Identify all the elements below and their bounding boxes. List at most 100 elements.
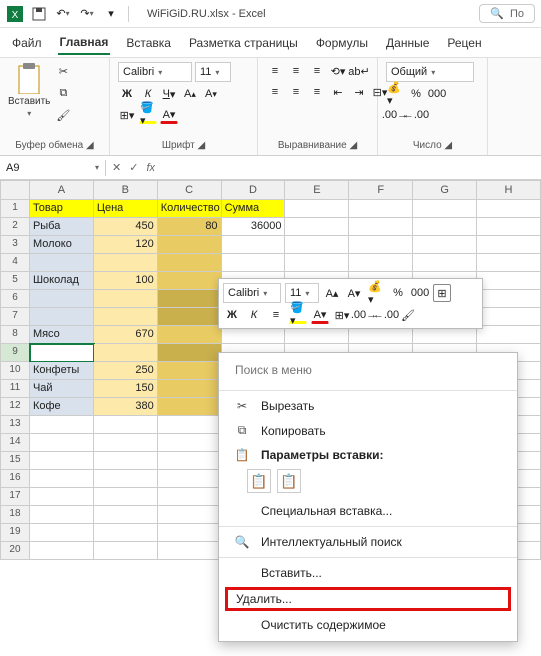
cell[interactable]: 670: [94, 326, 158, 344]
col-header[interactable]: A: [30, 180, 94, 200]
underline-button[interactable]: Ч▾: [160, 85, 178, 103]
tab-formulas[interactable]: Формулы: [314, 32, 370, 54]
number-format-combo[interactable]: Общий▾: [386, 62, 474, 82]
cell[interactable]: [413, 200, 477, 218]
row-header[interactable]: 7: [0, 308, 30, 326]
cell[interactable]: [349, 236, 413, 254]
align-left-icon[interactable]: ≡: [266, 83, 284, 101]
mini-painter-icon[interactable]: 🖌: [399, 306, 417, 324]
cell[interactable]: [477, 272, 541, 290]
cell[interactable]: [158, 308, 222, 326]
mini-borders-icon[interactable]: ⊞▾: [333, 306, 351, 324]
cell[interactable]: [94, 470, 158, 488]
cell[interactable]: [285, 236, 349, 254]
cell[interactable]: [477, 290, 541, 308]
cell[interactable]: [158, 272, 222, 290]
currency-icon[interactable]: 💰▾: [386, 85, 404, 103]
cell[interactable]: [158, 416, 222, 434]
mini-italic-button[interactable]: К: [245, 306, 263, 324]
ctx-paste-special[interactable]: Специальная вставка...: [219, 499, 517, 523]
fill-color-icon[interactable]: 🪣▾: [139, 106, 157, 124]
copy-icon[interactable]: ⧉: [54, 84, 72, 102]
cell[interactable]: Мясо: [30, 326, 94, 344]
cell[interactable]: [413, 236, 477, 254]
row-header[interactable]: 12: [0, 398, 30, 416]
cell[interactable]: [222, 236, 286, 254]
undo-icon[interactable]: ↶ ▾: [54, 5, 72, 23]
cell[interactable]: [477, 308, 541, 326]
row-header[interactable]: 16: [0, 470, 30, 488]
row-header[interactable]: 3: [0, 236, 30, 254]
row-header[interactable]: 1: [0, 200, 30, 218]
cell[interactable]: 150: [94, 380, 158, 398]
cell[interactable]: 120: [94, 236, 158, 254]
cell[interactable]: [413, 254, 477, 272]
align-center-icon[interactable]: ≡: [287, 83, 305, 101]
format-painter-icon[interactable]: 🖌: [54, 106, 72, 124]
cell[interactable]: 250: [94, 362, 158, 380]
ctx-smart-lookup[interactable]: 🔍Интеллектуальный поиск: [219, 530, 517, 554]
cell[interactable]: Рыба: [30, 218, 94, 236]
cell[interactable]: Товар: [30, 200, 94, 218]
cell[interactable]: [158, 506, 222, 524]
paste-opt-1[interactable]: 📋: [247, 469, 271, 493]
cell[interactable]: 36000: [222, 218, 286, 236]
cell[interactable]: Конфеты: [30, 362, 94, 380]
cell[interactable]: [158, 344, 222, 362]
cell[interactable]: 450: [94, 218, 158, 236]
mini-fontcolor-icon[interactable]: A▾: [311, 306, 329, 324]
ctx-delete[interactable]: Удалить...: [225, 587, 511, 611]
ctx-cut[interactable]: ✂Вырезать: [219, 394, 517, 418]
col-header[interactable]: H: [477, 180, 541, 200]
cell[interactable]: [30, 488, 94, 506]
mini-condfmt-icon[interactable]: ⊞: [433, 284, 451, 302]
cell[interactable]: [94, 416, 158, 434]
tab-insert[interactable]: Вставка: [124, 32, 173, 54]
ctx-search-input[interactable]: [227, 359, 509, 381]
cell[interactable]: [158, 452, 222, 470]
mini-percent-icon[interactable]: %: [389, 284, 407, 302]
mini-currency-icon[interactable]: 💰▾: [367, 284, 385, 302]
paste-button[interactable]: Вставить▾: [8, 62, 50, 118]
col-header[interactable]: E: [285, 180, 349, 200]
confirm-icon[interactable]: ✓: [129, 161, 138, 174]
mini-shrink-icon[interactable]: A▾: [345, 284, 363, 302]
font-name-combo[interactable]: Calibri▾: [118, 62, 192, 82]
row-header[interactable]: 8: [0, 326, 30, 344]
tab-layout[interactable]: Разметка страницы: [187, 32, 300, 54]
cell[interactable]: [349, 254, 413, 272]
cell[interactable]: [158, 380, 222, 398]
font-size-combo[interactable]: 11▾: [195, 62, 231, 82]
cell[interactable]: [477, 200, 541, 218]
row-header[interactable]: 17: [0, 488, 30, 506]
cell[interactable]: [30, 452, 94, 470]
dec-decimal-icon[interactable]: ←.00: [407, 106, 425, 124]
cell[interactable]: [158, 470, 222, 488]
cell[interactable]: [94, 434, 158, 452]
name-box[interactable]: A9▾: [0, 160, 106, 176]
thousands-icon[interactable]: 000: [428, 85, 446, 103]
fx-icon[interactable]: fx: [146, 162, 155, 174]
cell[interactable]: Цена: [94, 200, 158, 218]
cut-icon[interactable]: ✂: [54, 62, 72, 80]
cell[interactable]: Количество: [158, 200, 222, 218]
col-header[interactable]: G: [413, 180, 477, 200]
paste-opt-2[interactable]: 📋: [277, 469, 301, 493]
col-header[interactable]: C: [158, 180, 222, 200]
mini-size-combo[interactable]: 11▾: [285, 283, 319, 303]
cell[interactable]: [349, 200, 413, 218]
row-header[interactable]: 14: [0, 434, 30, 452]
cell[interactable]: 80: [158, 218, 222, 236]
cell[interactable]: [94, 452, 158, 470]
cell[interactable]: Сумма: [222, 200, 286, 218]
cell[interactable]: [158, 524, 222, 542]
cell[interactable]: [285, 200, 349, 218]
percent-icon[interactable]: %: [407, 85, 425, 103]
cell[interactable]: [94, 488, 158, 506]
tab-file[interactable]: Файл: [10, 32, 44, 54]
cell[interactable]: [222, 254, 286, 272]
row-header[interactable]: 13: [0, 416, 30, 434]
save-icon[interactable]: [30, 5, 48, 23]
mini-bold-button[interactable]: Ж: [223, 306, 241, 324]
row-header[interactable]: 20: [0, 542, 30, 560]
